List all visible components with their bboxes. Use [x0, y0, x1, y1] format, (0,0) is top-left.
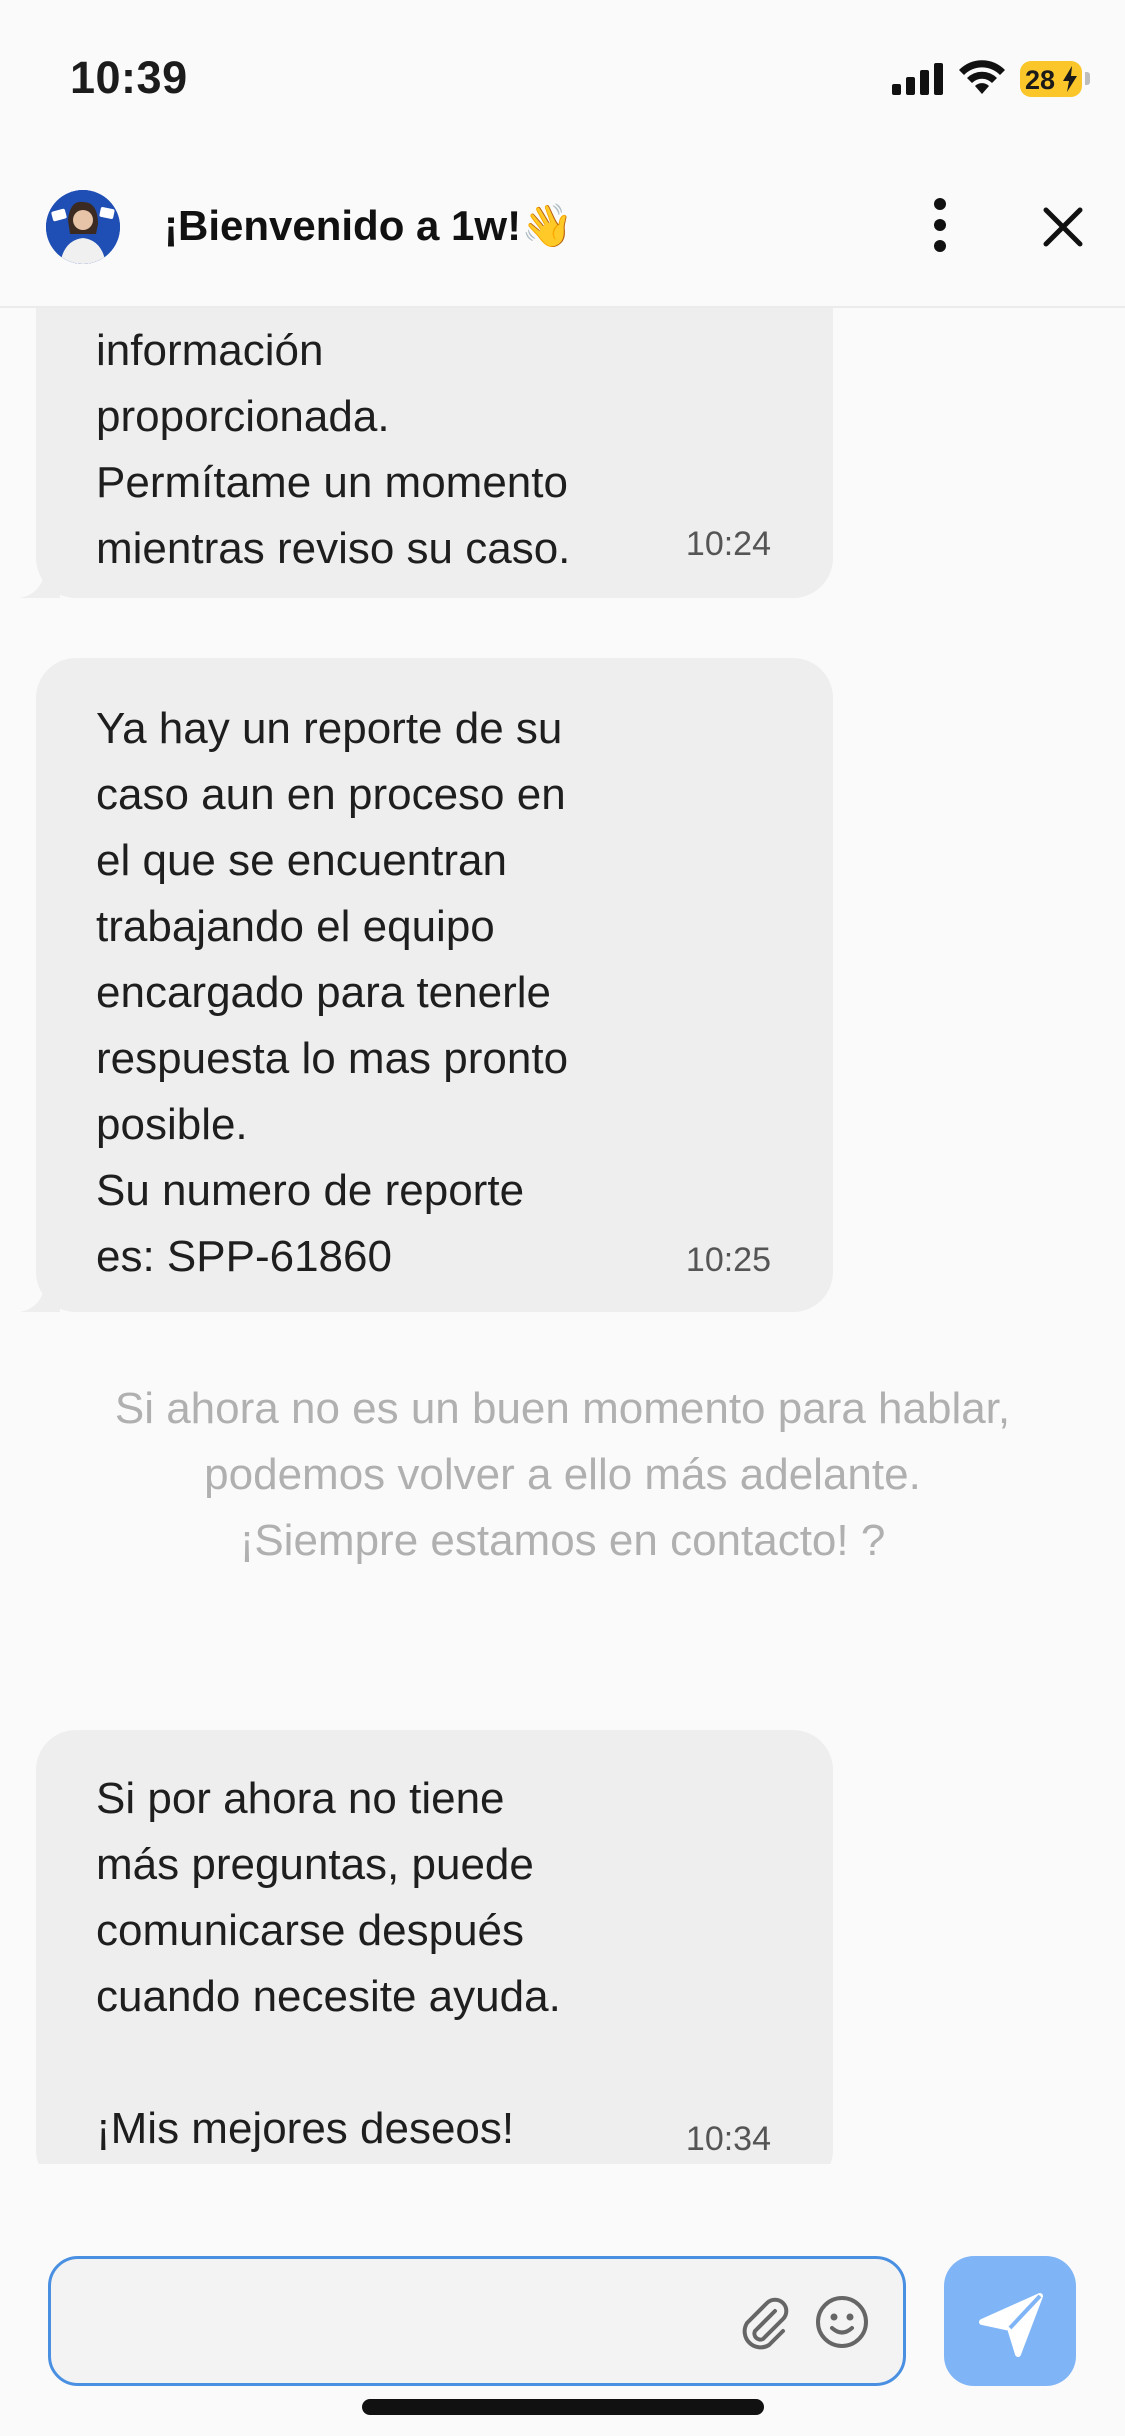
message-time: 10:34 [685, 2120, 771, 2158]
avatar[interactable] [46, 190, 120, 264]
message-bubble: Si por ahora no tiene más preguntas, pue… [36, 1730, 833, 2164]
paperclip-icon[interactable] [731, 2289, 795, 2353]
header-title: ¡Bienvenido a 1w!👋 [164, 202, 574, 249]
charging-bolt-icon [1063, 66, 1077, 92]
message-text: Si por ahora no tiene más preguntas, pue… [96, 1774, 561, 2153]
status-bar: 10:39 28 [0, 0, 1125, 150]
emoji-icon[interactable] [811, 2291, 873, 2353]
message-time: 10:25 [685, 1241, 771, 1279]
signal-icon [892, 63, 943, 95]
close-icon [1043, 207, 1083, 247]
wifi-icon [959, 60, 1005, 94]
message-input[interactable] [48, 2256, 906, 2386]
chat-messages[interactable]: información proporcionada. Permítame un … [0, 308, 1125, 2164]
status-time: 10:39 [70, 52, 188, 103]
system-note: Si ahora no es un buen momento para habl… [114, 1384, 1011, 1565]
more-vertical-icon [934, 198, 946, 252]
message-text: Ya hay un reporte de su caso aun en proc… [96, 704, 569, 1281]
bubble-tail [20, 568, 60, 598]
battery-cap [1085, 72, 1090, 85]
battery-level: 28 [1025, 65, 1056, 95]
send-button[interactable] [944, 2256, 1076, 2386]
battery-icon: 28 [1020, 61, 1082, 97]
bubble-tail [20, 1282, 60, 1312]
message-bubble: información proporcionada. Permítame un … [20, 308, 833, 598]
home-indicator[interactable] [362, 2399, 764, 2415]
message-time: 10:24 [685, 525, 771, 563]
more-options-button[interactable] [910, 190, 970, 260]
chat-header: ¡Bienvenido a 1w!👋 [0, 150, 1125, 308]
message-text: información proporcionada. Permítame un … [96, 326, 571, 573]
send-icon [979, 2293, 1043, 2357]
message-bubble: Ya hay un reporte de su caso aun en proc… [20, 658, 833, 1312]
close-button[interactable] [1030, 194, 1096, 260]
